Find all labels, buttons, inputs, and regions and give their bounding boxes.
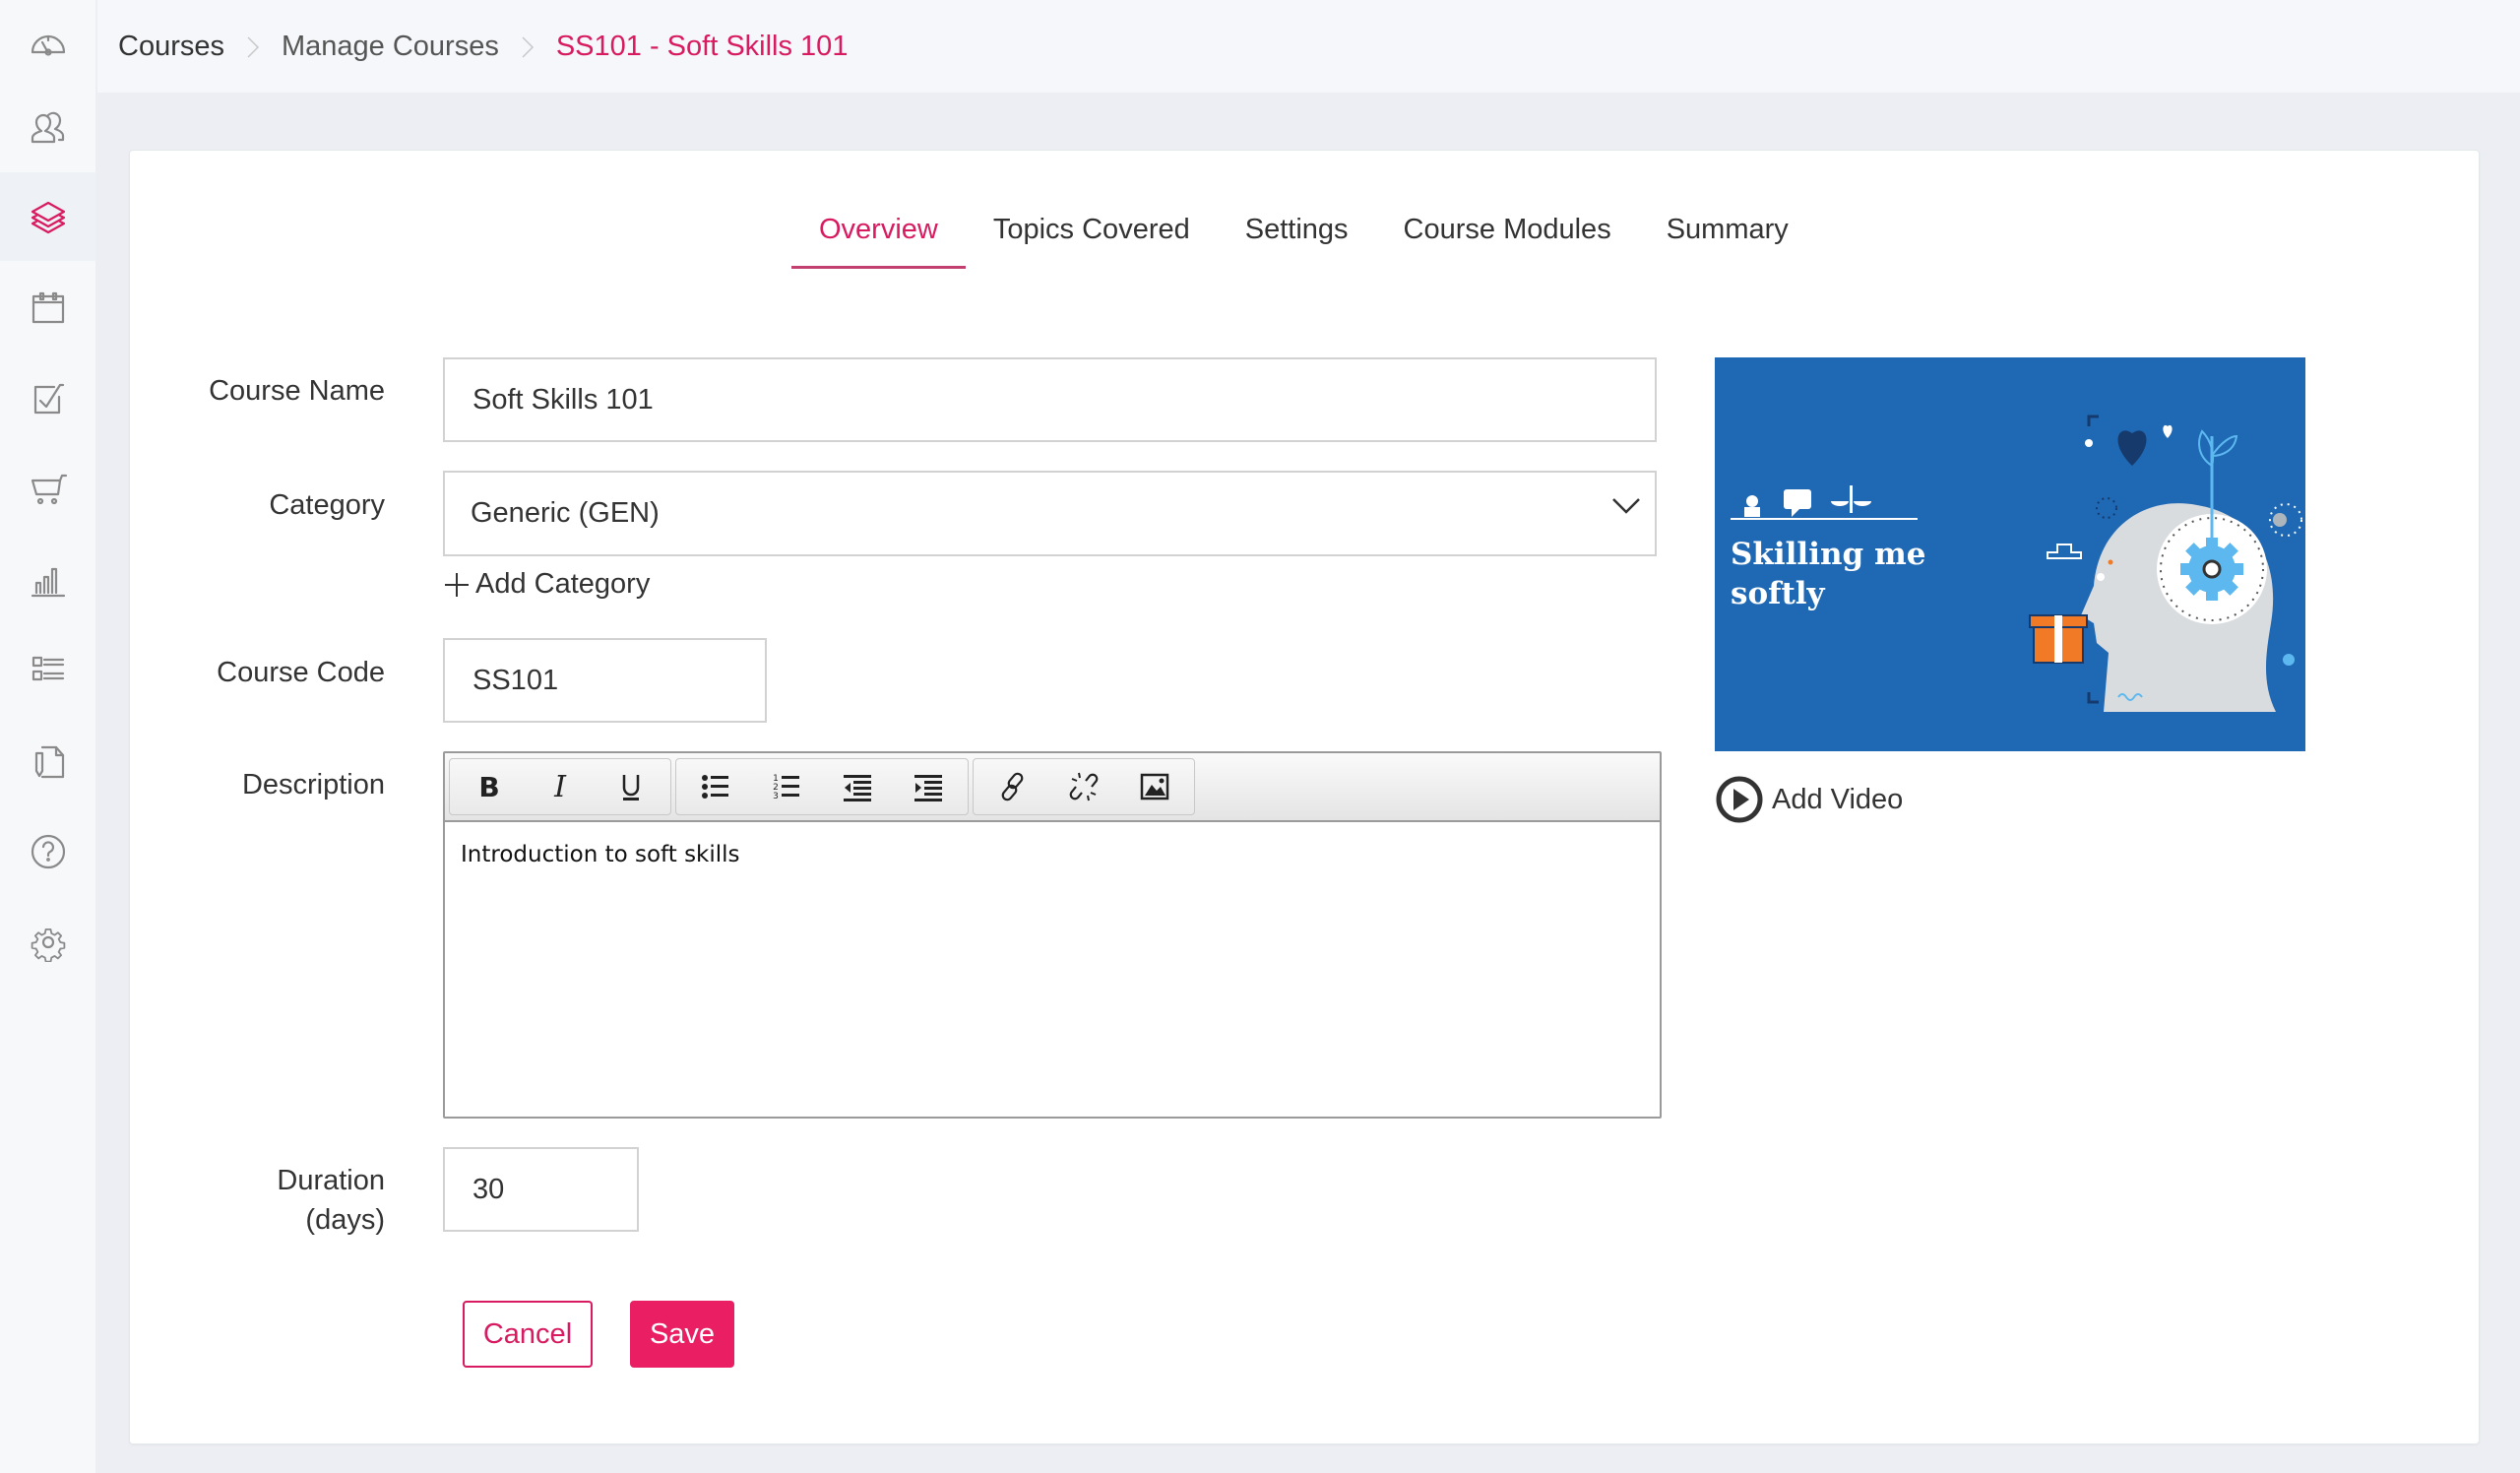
sidebar-item-help[interactable] bbox=[0, 807, 96, 896]
underline-icon bbox=[622, 775, 640, 801]
course-code-input[interactable]: SS101 bbox=[443, 638, 767, 723]
thumbnail-title: Skilling me softly bbox=[1731, 537, 1926, 611]
tab-course-modules[interactable]: Course Modules bbox=[1376, 212, 1639, 269]
sidebar-item-reports[interactable] bbox=[0, 537, 96, 625]
course-name-input[interactable]: Soft Skills 101 bbox=[443, 357, 1657, 442]
layers-icon bbox=[31, 201, 66, 234]
sidebar-item-dashboard[interactable] bbox=[0, 0, 96, 89]
add-category-link[interactable]: Add Category bbox=[444, 568, 650, 601]
duration-label-line2: (days) bbox=[305, 1204, 385, 1236]
breadcrumb-courses[interactable]: Courses bbox=[118, 31, 224, 63]
chevron-right-icon bbox=[246, 34, 260, 58]
description-editor: B I 123 Introduction to soft skills bbox=[443, 751, 1662, 1119]
cancel-button[interactable]: Cancel bbox=[463, 1301, 593, 1368]
duration-input[interactable]: 30 bbox=[443, 1147, 639, 1232]
gear-icon bbox=[31, 928, 66, 962]
sidebar-item-courses[interactable] bbox=[0, 172, 96, 261]
editor-toolbar: B I 123 bbox=[445, 753, 1660, 822]
tab-settings[interactable]: Settings bbox=[1218, 212, 1376, 269]
link-icon bbox=[1001, 772, 1024, 801]
calendar-icon bbox=[32, 291, 65, 324]
breadcrumb: Courses Manage Courses SS101 - Soft Skil… bbox=[97, 0, 2520, 93]
course-name-label: Course Name bbox=[209, 375, 385, 407]
course-tabs: Overview Topics Covered Settings Course … bbox=[791, 212, 1816, 269]
svg-text:B: B bbox=[478, 771, 499, 803]
svg-text:3: 3 bbox=[773, 792, 779, 801]
category-label: Category bbox=[269, 489, 385, 521]
sidebar-item-users[interactable] bbox=[0, 84, 96, 172]
plus-icon bbox=[445, 572, 469, 597]
category-select[interactable]: Generic (GEN) bbox=[443, 471, 1657, 556]
chevron-down-icon bbox=[1612, 498, 1640, 514]
bulleted-list-button[interactable] bbox=[680, 760, 751, 813]
sidebar-item-settings[interactable] bbox=[0, 898, 96, 987]
tab-overview[interactable]: Overview bbox=[791, 212, 966, 269]
bulleted-list-icon bbox=[702, 775, 728, 799]
add-category-label: Add Category bbox=[475, 568, 651, 600]
description-label: Description bbox=[241, 769, 385, 801]
bold-button[interactable]: B bbox=[454, 760, 525, 813]
numbered-list-button[interactable]: 123 bbox=[751, 760, 822, 813]
italic-icon: I bbox=[553, 770, 567, 803]
soft-skill-icons bbox=[1744, 485, 1871, 517]
indent-button[interactable] bbox=[893, 760, 964, 813]
users-icon bbox=[31, 111, 65, 144]
duration-value: 30 bbox=[472, 1173, 505, 1205]
underline-button[interactable] bbox=[596, 760, 666, 813]
outdent-button[interactable] bbox=[822, 760, 893, 813]
tab-topics-covered[interactable]: Topics Covered bbox=[966, 212, 1218, 269]
numbered-list-icon: 123 bbox=[773, 774, 799, 801]
svg-text:I: I bbox=[553, 770, 567, 803]
breadcrumb-manage-courses[interactable]: Manage Courses bbox=[282, 31, 499, 63]
add-video-button[interactable]: Add Video bbox=[1715, 775, 1903, 824]
course-name-value: Soft Skills 101 bbox=[472, 383, 654, 416]
description-textarea[interactable]: Introduction to soft skills bbox=[445, 822, 1660, 887]
image-icon bbox=[1140, 773, 1169, 801]
list-format-group: 123 bbox=[675, 758, 969, 815]
course-code-label: Course Code bbox=[217, 657, 385, 688]
indent-icon bbox=[914, 775, 942, 801]
help-icon bbox=[31, 834, 66, 869]
text-format-group: B I bbox=[449, 758, 671, 815]
duration-label: Duration (days) bbox=[31, 1161, 385, 1240]
course-code-value: SS101 bbox=[472, 664, 559, 696]
insert-group bbox=[973, 758, 1195, 815]
duration-label-line1: Duration bbox=[277, 1165, 385, 1196]
tab-summary[interactable]: Summary bbox=[1639, 212, 1816, 269]
insert-image-button[interactable] bbox=[1119, 760, 1190, 813]
save-button[interactable]: Save bbox=[630, 1301, 734, 1368]
sidebar-item-calendar[interactable] bbox=[0, 264, 96, 352]
unlink-icon bbox=[1069, 772, 1099, 801]
course-thumbnail[interactable]: Skilling me softly bbox=[1715, 357, 2305, 751]
category-value: Generic (GEN) bbox=[471, 497, 660, 529]
italic-button[interactable]: I bbox=[525, 760, 596, 813]
add-video-label: Add Video bbox=[1772, 783, 1904, 815]
link-button[interactable] bbox=[977, 760, 1048, 813]
breadcrumb-current-course: SS101 - Soft Skills 101 bbox=[555, 30, 849, 62]
outdent-icon bbox=[844, 775, 871, 801]
sidebar bbox=[0, 0, 96, 1473]
dashboard-gauge-icon bbox=[31, 34, 66, 56]
bar-chart-icon bbox=[31, 567, 66, 598]
unlink-button[interactable] bbox=[1048, 760, 1119, 813]
chevron-right-icon bbox=[521, 34, 535, 58]
play-circle-icon bbox=[1716, 776, 1763, 823]
course-overview-card: Overview Topics Covered Settings Course … bbox=[129, 150, 2480, 1444]
bold-icon: B bbox=[478, 771, 499, 803]
